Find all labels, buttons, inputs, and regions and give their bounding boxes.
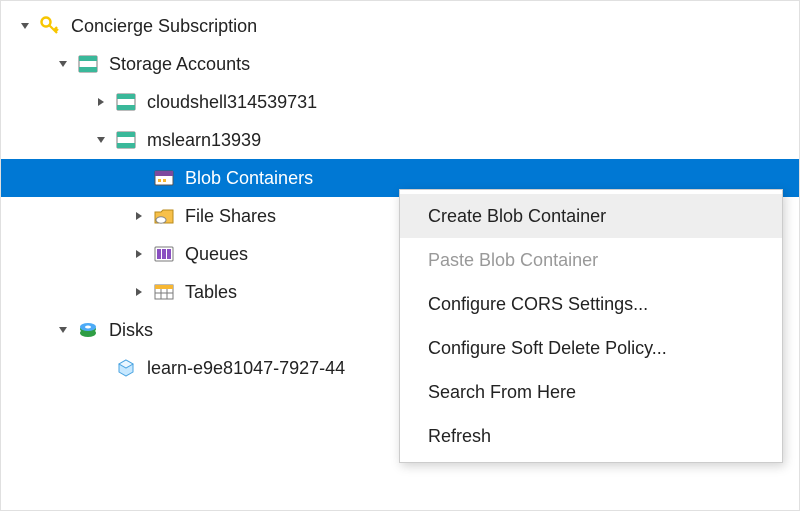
context-menu: Create Blob Container Paste Blob Contain…	[399, 189, 783, 463]
expander-icon[interactable]	[19, 20, 31, 32]
disk-icon	[115, 357, 137, 379]
expander-icon[interactable]	[133, 210, 145, 222]
disks-icon	[77, 319, 99, 341]
menu-label: Configure Soft Delete Policy...	[428, 338, 667, 359]
tree-label: Disks	[109, 320, 153, 341]
menu-search-from-here[interactable]: Search From Here	[400, 370, 782, 414]
expander-icon[interactable]	[57, 324, 69, 336]
blob-container-icon	[153, 167, 175, 189]
storage-account-icon	[115, 129, 137, 151]
menu-configure-soft-delete[interactable]: Configure Soft Delete Policy...	[400, 326, 782, 370]
menu-refresh[interactable]: Refresh	[400, 414, 782, 458]
menu-label: Create Blob Container	[428, 206, 606, 227]
queues-icon	[153, 243, 175, 265]
expander-icon[interactable]	[57, 58, 69, 70]
tree-label: Blob Containers	[185, 168, 313, 189]
tree-label: File Shares	[185, 206, 276, 227]
storage-account-icon	[115, 91, 137, 113]
menu-paste-blob-container: Paste Blob Container	[400, 238, 782, 282]
menu-label: Search From Here	[428, 382, 576, 403]
tree-item-storage-accounts[interactable]: Storage Accounts	[1, 45, 799, 83]
tree-label: Tables	[185, 282, 237, 303]
storage-account-icon	[77, 53, 99, 75]
tree-item-account-mslearn[interactable]: mslearn13939	[1, 121, 799, 159]
menu-label: Paste Blob Container	[428, 250, 598, 271]
expander-icon[interactable]	[133, 286, 145, 298]
tree-label: Storage Accounts	[109, 54, 250, 75]
menu-label: Configure CORS Settings...	[428, 294, 648, 315]
file-shares-icon	[153, 205, 175, 227]
expander-icon[interactable]	[133, 248, 145, 260]
tree-label: Concierge Subscription	[71, 16, 257, 37]
tree-label: mslearn13939	[147, 130, 261, 151]
menu-label: Refresh	[428, 426, 491, 447]
menu-create-blob-container[interactable]: Create Blob Container	[400, 194, 782, 238]
tables-icon	[153, 281, 175, 303]
key-icon	[39, 15, 61, 37]
tree-label: cloudshell314539731	[147, 92, 317, 113]
tree-label: Queues	[185, 244, 248, 265]
expander-icon[interactable]	[95, 134, 107, 146]
menu-configure-cors[interactable]: Configure CORS Settings...	[400, 282, 782, 326]
tree-item-subscription[interactable]: Concierge Subscription	[1, 7, 799, 45]
tree-item-account-cloudshell[interactable]: cloudshell314539731	[1, 83, 799, 121]
tree-label: learn-e9e81047-7927-44	[147, 358, 345, 379]
expander-icon[interactable]	[95, 96, 107, 108]
